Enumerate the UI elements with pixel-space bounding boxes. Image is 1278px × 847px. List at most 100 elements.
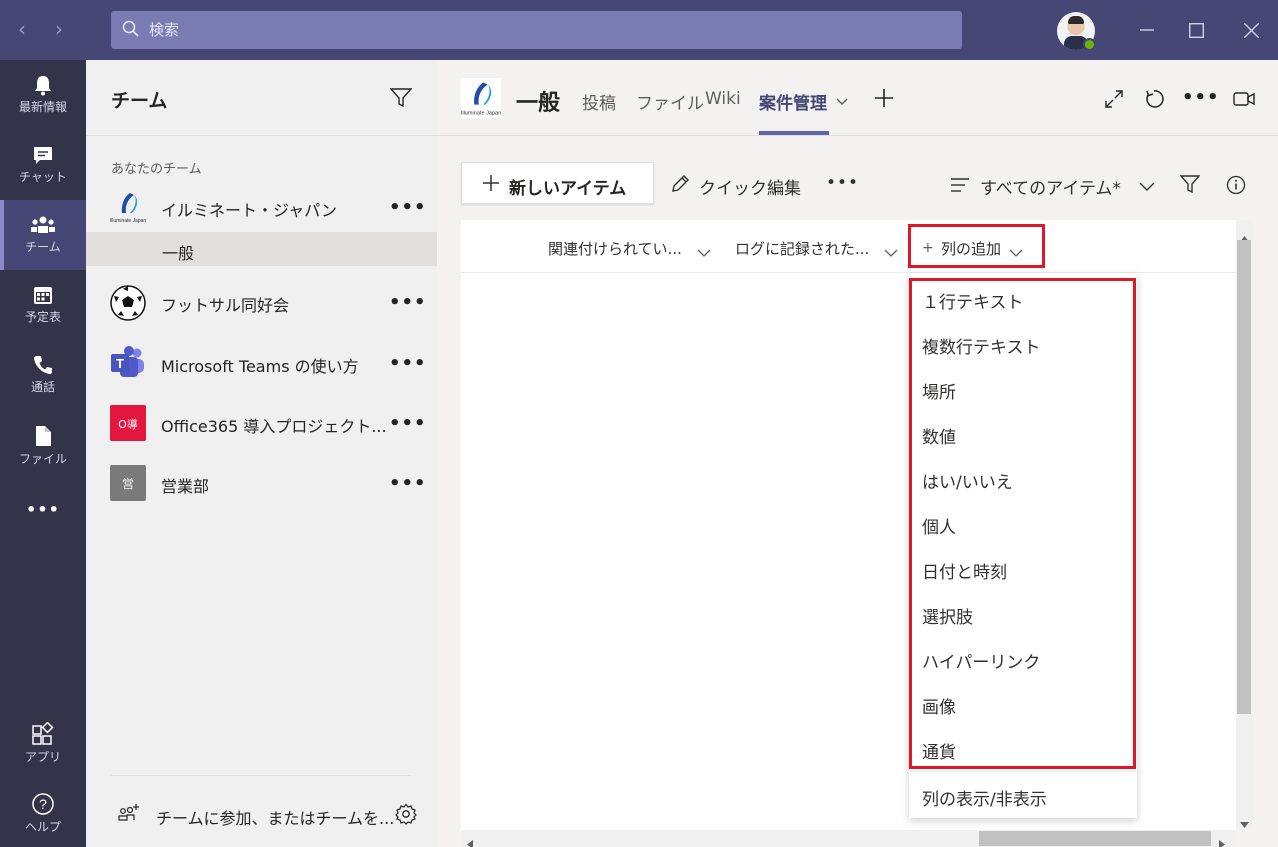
back-arrow-icon[interactable]: ‹ (18, 17, 26, 41)
search-placeholder: 検索 (149, 21, 180, 39)
rail-item-files[interactable]: ファイル (0, 412, 86, 482)
column-header[interactable]: 関連付けられてい... (548, 238, 682, 259)
chevron-down-icon[interactable] (1009, 243, 1023, 262)
refresh-icon[interactable] (1144, 89, 1164, 113)
menu-item-show-hide-columns[interactable]: 列の表示/非表示 (922, 785, 1047, 810)
rail-label: 最新情報 (18, 100, 67, 114)
quick-edit-button[interactable]: クイック編集 (699, 174, 801, 199)
add-tab-icon[interactable] (874, 88, 894, 112)
team-badge-text: 営 (121, 477, 134, 491)
plus-icon (482, 174, 500, 196)
add-column-button[interactable]: 列の追加 (941, 238, 1001, 259)
team-name[interactable]: フットサル同好会 (161, 292, 289, 316)
rail-label: ヘルプ (24, 820, 61, 834)
menu-item-hyperlink[interactable]: ハイパーリンク (922, 648, 1040, 673)
vertical-scroll-thumb[interactable] (1237, 240, 1251, 714)
tab-posts[interactable]: 投稿 (582, 89, 616, 114)
search-input[interactable] (111, 11, 962, 49)
rail-item-teams[interactable]: チーム (0, 202, 86, 272)
menu-item-multi-line-text[interactable]: 複数行テキスト (922, 333, 1041, 358)
team-badge-text: O導 (118, 418, 138, 431)
team-badge: 営 (110, 465, 146, 501)
section-label: あなたのチーム (111, 162, 202, 177)
chevron-down-icon[interactable] (836, 92, 848, 111)
rail-item-calls[interactable]: 通話 (0, 342, 86, 412)
team-more-button[interactable]: ••• (389, 197, 427, 218)
team-more-button[interactable]: ••• (389, 413, 427, 434)
menu-item-single-line-text[interactable]: １行テキスト (922, 288, 1024, 313)
menu-item-date-time[interactable]: 日付と時刻 (922, 558, 1007, 583)
rail-label: ファイル (18, 452, 67, 466)
channel-name[interactable]: 一般 (162, 240, 194, 264)
team-more-button[interactable]: ••• (389, 353, 427, 374)
rail-label: チーム (25, 240, 61, 254)
rail-label: 予定表 (24, 310, 61, 324)
chevron-down-icon[interactable] (1139, 178, 1155, 197)
toolbar-more-button[interactable]: ••• (826, 173, 859, 193)
channel-team-logo: Illuminate Japan (461, 78, 501, 122)
tab-wiki[interactable]: Wiki (705, 89, 741, 109)
join-team-icon[interactable] (118, 804, 140, 828)
menu-item-person[interactable]: 個人 (922, 513, 956, 538)
view-selector[interactable]: すべてのアイテム* (980, 174, 1121, 199)
more-icon: ••• (26, 500, 60, 519)
menu-item-yes-no[interactable]: はい/いいえ (922, 468, 1013, 493)
scroll-left-arrow-icon[interactable] (467, 834, 473, 847)
rail-item-help[interactable]: ? ヘルプ (0, 780, 86, 847)
channel-row-selected[interactable] (86, 232, 437, 266)
menu-item-image[interactable]: 画像 (922, 693, 956, 718)
bell-icon (35, 76, 51, 96)
team-name[interactable]: イルミネート・ジャパン (161, 197, 337, 221)
rail-item-activity[interactable]: 最新情報 (0, 62, 86, 132)
rail-item-apps[interactable]: アプリ (0, 710, 86, 780)
svg-text:Illuminate Japan: Illuminate Japan (110, 218, 146, 224)
footer-divider (111, 775, 411, 776)
pencil-icon (670, 174, 690, 198)
help-icon: ? (32, 793, 54, 815)
teams-icon (31, 216, 55, 233)
menu-item-number[interactable]: 数値 (922, 423, 956, 448)
team-name[interactable]: Office365 導入プロジェクト... (161, 413, 387, 437)
close-icon[interactable] (1243, 22, 1260, 43)
horizontal-scroll-thumb[interactable] (979, 831, 1211, 846)
menu-item-choice[interactable]: 選択肢 (922, 603, 973, 628)
menu-item-currency[interactable]: 通貨 (922, 738, 956, 763)
scroll-down-arrow-icon[interactable] (1240, 813, 1249, 832)
phone-icon (33, 356, 52, 375)
team-name[interactable]: Microsoft Teams の使い方 (161, 353, 359, 377)
channel-title: 一般 (516, 91, 561, 116)
forward-arrow-icon[interactable]: › (55, 17, 63, 41)
settings-gear-icon[interactable] (395, 803, 417, 829)
svg-text:?: ? (39, 796, 47, 812)
rail-item-chat[interactable]: チャット (0, 132, 86, 202)
tab-files[interactable]: ファイル (636, 89, 704, 114)
column-header[interactable]: ログに記録された... (735, 238, 869, 259)
rail-item-calendar[interactable]: 予定表 (0, 272, 86, 342)
chevron-down-icon[interactable] (697, 243, 711, 262)
info-icon[interactable] (1226, 175, 1246, 199)
file-icon (36, 426, 51, 446)
new-item-label[interactable]: 新しいアイテム (509, 174, 626, 199)
more-options-icon[interactable]: ••• (1182, 87, 1220, 108)
filter-icon[interactable] (1179, 175, 1201, 197)
expand-icon[interactable] (1104, 89, 1124, 113)
active-tab-indicator (759, 131, 829, 135)
maximize-icon[interactable] (1188, 22, 1205, 43)
search-icon (122, 20, 140, 42)
team-more-button[interactable]: ••• (389, 292, 427, 313)
chevron-down-icon[interactable] (884, 243, 898, 262)
tab-case-management[interactable]: 案件管理 (759, 89, 827, 114)
join-team-link[interactable]: チームに参加、またはチームを... (156, 805, 394, 829)
filter-icon[interactable] (389, 88, 413, 112)
team-name[interactable]: 営業部 (161, 473, 209, 497)
team-badge: O導 (110, 405, 146, 441)
meet-now-icon[interactable] (1232, 88, 1256, 114)
add-column-plus-icon: + (922, 240, 934, 256)
menu-item-location[interactable]: 場所 (922, 378, 956, 403)
scroll-right-arrow-icon[interactable] (1219, 834, 1225, 847)
rail-item-more[interactable]: ••• (0, 500, 86, 530)
minimize-icon[interactable] (1140, 14, 1154, 39)
teams-logo-icon: T (110, 345, 146, 385)
team-more-button[interactable]: ••• (389, 473, 427, 494)
rail-label: チャット (19, 170, 67, 184)
